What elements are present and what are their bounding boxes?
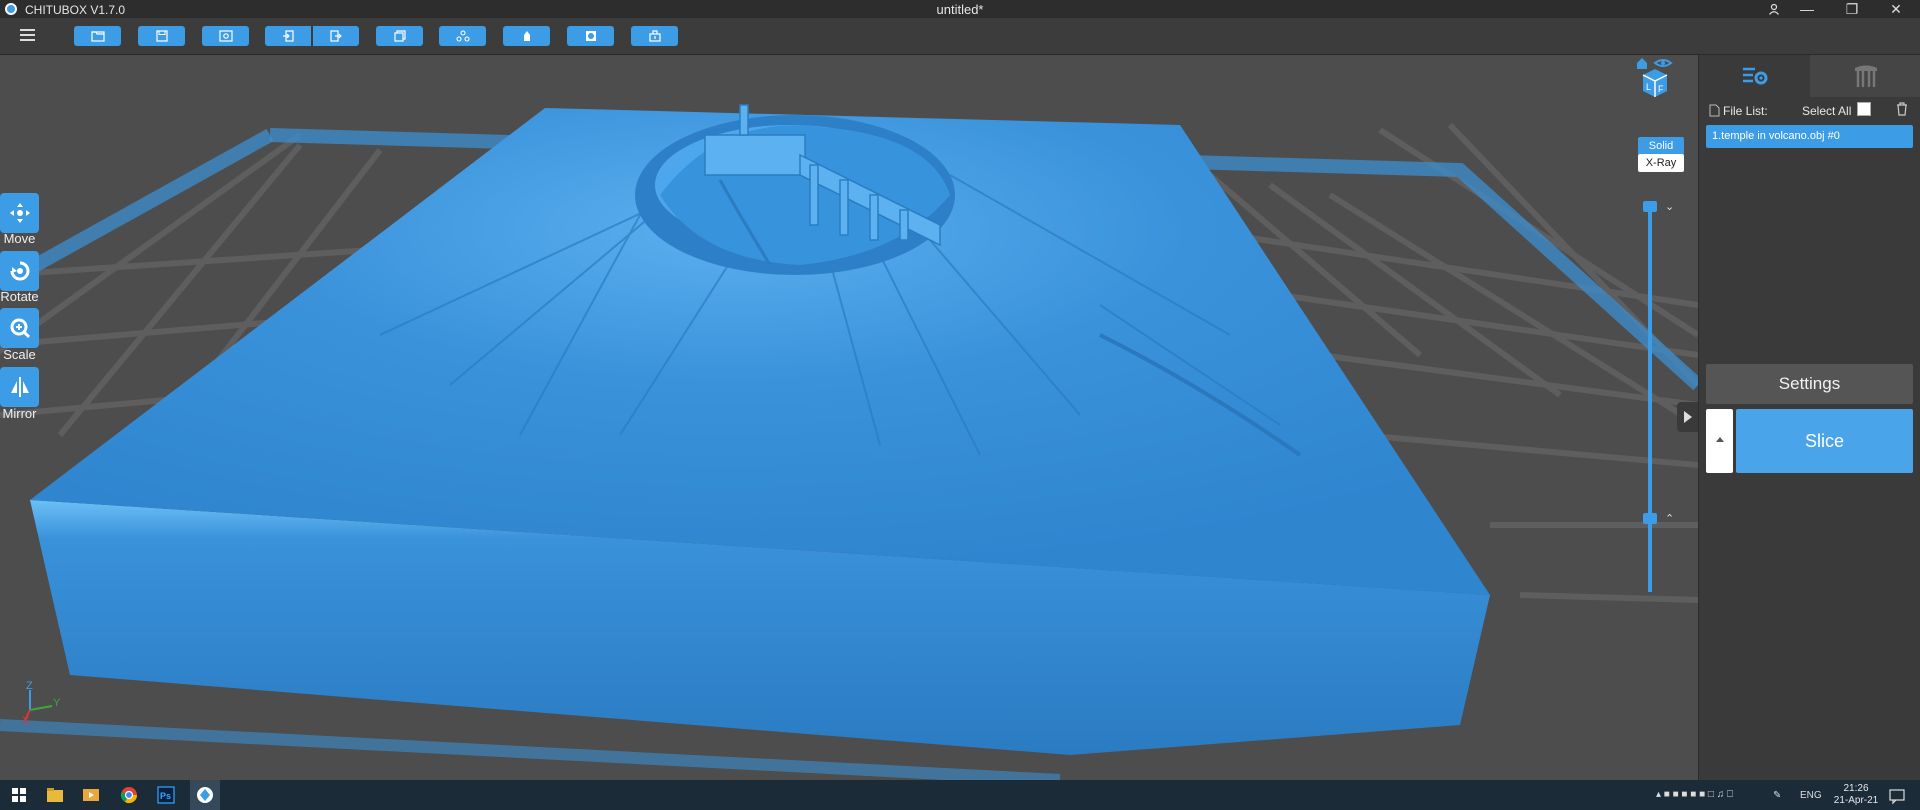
windows-taskbar: Ps ▴ ■ ■ ■ ■ ■ □ ♫ ⎕ ✎ ENG 21:26 21-Apr-… [0, 780, 1920, 810]
menu-icon[interactable] [20, 29, 35, 41]
scale-icon [10, 318, 30, 339]
drill-icon [648, 30, 661, 42]
drill-button[interactable] [631, 26, 678, 46]
file-icon [1709, 104, 1720, 117]
media-player-icon[interactable] [82, 786, 100, 804]
support-structure-icon [1854, 65, 1877, 87]
open-file-button[interactable] [74, 26, 121, 46]
copy-icon [393, 30, 406, 42]
chitubox-window: CHITUBOX V1.7.0 untitled* — ❐ ✕ L F Move… [0, 0, 1920, 810]
minimize-icon[interactable]: — [1787, 0, 1827, 18]
clock-date: 21-Apr-21 [1833, 795, 1879, 806]
scene-render [0, 104, 1698, 780]
file-list-label: File List: [1723, 104, 1768, 118]
slice-options-toggle[interactable] [1706, 409, 1733, 473]
select-all-checkbox[interactable] [1857, 102, 1871, 116]
main-toolbar [0, 18, 1920, 55]
layer-slider-bottom-handle[interactable] [1643, 513, 1657, 524]
copy-button[interactable] [376, 26, 423, 46]
title-bar: CHITUBOX V1.7.0 untitled* — ❐ ✕ [0, 0, 1920, 18]
select-all-label: Select All [1802, 104, 1852, 118]
document-title: untitled* [936, 2, 984, 17]
save-icon [155, 30, 168, 42]
svg-text:Ps: Ps [160, 791, 171, 801]
tab-supports[interactable] [1810, 55, 1920, 97]
xray-view-button[interactable]: X-Ray [1638, 154, 1684, 172]
clock[interactable]: 21:26 21-Apr-21 [1832, 783, 1880, 807]
language-indicator[interactable]: ENG [1800, 790, 1822, 801]
screenshot-icon [218, 30, 233, 42]
mirror-icon [10, 377, 29, 397]
tray-icons[interactable]: ▴ ■ ■ ■ ■ ■ □ ♫ ⎕ [1656, 789, 1733, 800]
file-explorer-icon[interactable] [46, 786, 64, 804]
3d-viewport[interactable]: L F Move Rotate Scale Mirror Solid X-Ray… [0, 55, 1698, 780]
screenshot-button[interactable] [202, 26, 249, 46]
svg-text:F: F [1658, 84, 1664, 94]
hollow-icon [585, 31, 596, 41]
hollow-button[interactable] [567, 26, 614, 46]
import-button[interactable] [265, 26, 311, 46]
trash-icon[interactable] [1896, 102, 1908, 116]
right-panel: File List: Select All 1.temple in volcan… [1698, 55, 1920, 780]
notification-icon[interactable] [1888, 787, 1906, 805]
windows-start-icon[interactable] [10, 786, 28, 804]
layer-slider-top-handle[interactable] [1643, 201, 1657, 212]
chrome-icon[interactable] [120, 786, 138, 804]
open-file-icon [90, 31, 105, 42]
scale-tool-label: Scale [3, 347, 36, 362]
file-list-item[interactable]: 1.temple in volcano.obj #0 [1706, 125, 1913, 148]
layout-button[interactable] [439, 26, 486, 46]
photoshop-icon[interactable]: Ps [157, 786, 175, 804]
move-icon [9, 203, 30, 223]
axis-indicator: Z Y X [22, 680, 61, 725]
rotate-tool-label: Rotate [0, 289, 39, 304]
axis-x-label: X [22, 715, 30, 725]
scale-tool-button[interactable] [0, 308, 39, 348]
support-icon [523, 31, 530, 41]
move-tool-button[interactable] [0, 193, 39, 233]
export-icon [330, 30, 342, 42]
settings-list-icon [1742, 67, 1767, 85]
close-icon[interactable]: ✕ [1876, 0, 1916, 18]
slice-button[interactable]: Slice [1736, 409, 1913, 473]
chitubox-app-icon[interactable] [196, 786, 214, 804]
layer-slider-track[interactable] [1648, 207, 1652, 592]
chevron-up-icon[interactable]: ⌃ [1665, 512, 1674, 525]
axis-z-label: Z [26, 680, 33, 692]
move-tool-label: Move [3, 231, 36, 246]
chevron-down-icon[interactable]: ⌄ [1665, 200, 1674, 213]
tab-file-settings[interactable] [1699, 55, 1810, 97]
rotate-icon [10, 261, 29, 281]
svg-text:L: L [1646, 82, 1651, 92]
import-icon [283, 30, 294, 42]
restore-icon[interactable]: ❐ [1832, 0, 1872, 18]
panel-collapse-button[interactable] [1677, 402, 1698, 432]
save-button[interactable] [138, 26, 185, 46]
solid-view-button[interactable]: Solid [1638, 137, 1684, 155]
mirror-tool-label: Mirror [2, 406, 37, 421]
export-button[interactable] [313, 26, 359, 46]
tray-pen-icon[interactable]: ✎ [1773, 790, 1781, 801]
clock-time: 21:26 [1843, 783, 1869, 794]
layout-icon [455, 30, 470, 42]
settings-button[interactable]: Settings [1706, 364, 1913, 404]
view-cube-icon[interactable]: L F [1631, 55, 1681, 99]
support-button[interactable] [503, 26, 550, 46]
rotate-tool-button[interactable] [0, 251, 39, 291]
axis-y-label: Y [53, 697, 61, 709]
mirror-tool-button[interactable] [0, 367, 39, 407]
